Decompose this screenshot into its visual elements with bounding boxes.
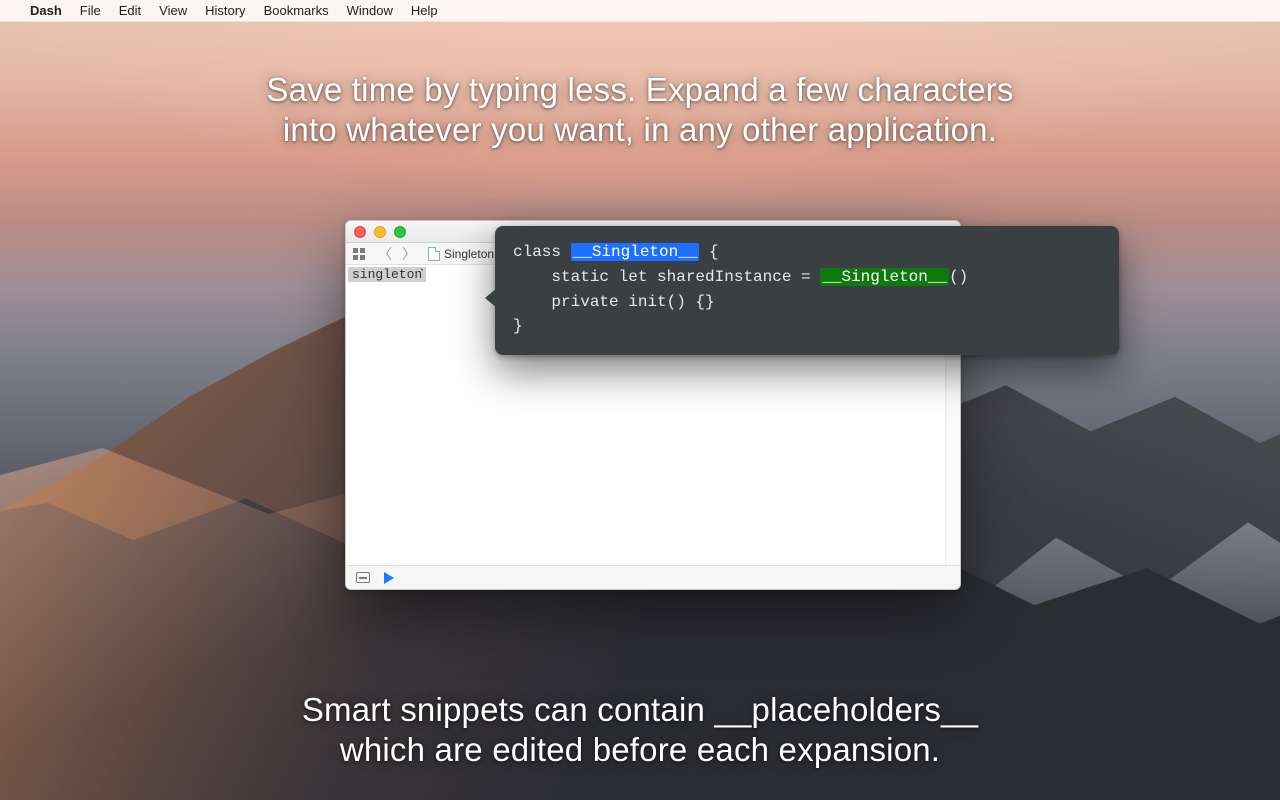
- hero-caption-top: Save time by typing less. Expand a few c…: [190, 70, 1090, 149]
- editor-footer: [346, 565, 960, 589]
- menu-help[interactable]: Help: [411, 3, 438, 18]
- breadcrumb-file: Singleton: [444, 247, 494, 261]
- menu-history[interactable]: History: [205, 3, 245, 18]
- code-l1-pre: class: [513, 243, 571, 261]
- macos-menubar: Dash File Edit View History Bookmarks Wi…: [0, 0, 1280, 22]
- trigger-char: `: [418, 267, 426, 282]
- zoom-button[interactable]: [394, 226, 406, 238]
- hero-caption-bottom: Smart snippets can contain __placeholder…: [190, 690, 1090, 769]
- menu-window[interactable]: Window: [347, 3, 393, 18]
- desktop: Dash File Edit View History Bookmarks Wi…: [0, 0, 1280, 800]
- code-l4: }: [513, 317, 523, 335]
- forward-button[interactable]: 〉: [398, 244, 420, 264]
- back-button[interactable]: 〈: [374, 244, 396, 264]
- menu-edit[interactable]: Edit: [119, 3, 141, 18]
- breadcrumb[interactable]: Singleton: [428, 247, 494, 261]
- code-l2-post: (): [949, 268, 968, 286]
- hero-bottom-line2: which are edited before each expansion.: [190, 730, 1090, 770]
- run-button[interactable]: [384, 572, 394, 584]
- placeholder-linked[interactable]: __Singleton__: [820, 268, 949, 286]
- snippet-expansion-popover: class __Singleton__ { static let sharedI…: [495, 226, 1119, 355]
- code-l1-post: {: [699, 243, 718, 261]
- close-button[interactable]: [354, 226, 366, 238]
- nav-arrows: 〈 〉: [374, 244, 420, 264]
- hero-top-line2: into whatever you want, in any other app…: [190, 110, 1090, 150]
- hero-bottom-line1: Smart snippets can contain __placeholder…: [190, 690, 1090, 730]
- related-items-icon[interactable]: [352, 247, 366, 261]
- menu-file[interactable]: File: [80, 3, 101, 18]
- hero-top-line1: Save time by typing less. Expand a few c…: [190, 70, 1090, 110]
- typed-abbreviation: singleton: [348, 267, 426, 282]
- code-l3: private init() {}: [513, 293, 715, 311]
- minimize-button[interactable]: [374, 226, 386, 238]
- menu-bookmarks[interactable]: Bookmarks: [264, 3, 329, 18]
- app-name-menu[interactable]: Dash: [30, 3, 62, 18]
- swift-file-icon: [428, 247, 440, 261]
- placeholder-selected[interactable]: __Singleton__: [571, 243, 700, 261]
- code-l2-pre: static let sharedInstance =: [513, 268, 820, 286]
- menu-view[interactable]: View: [159, 3, 187, 18]
- panel-toggle-icon[interactable]: [356, 572, 370, 583]
